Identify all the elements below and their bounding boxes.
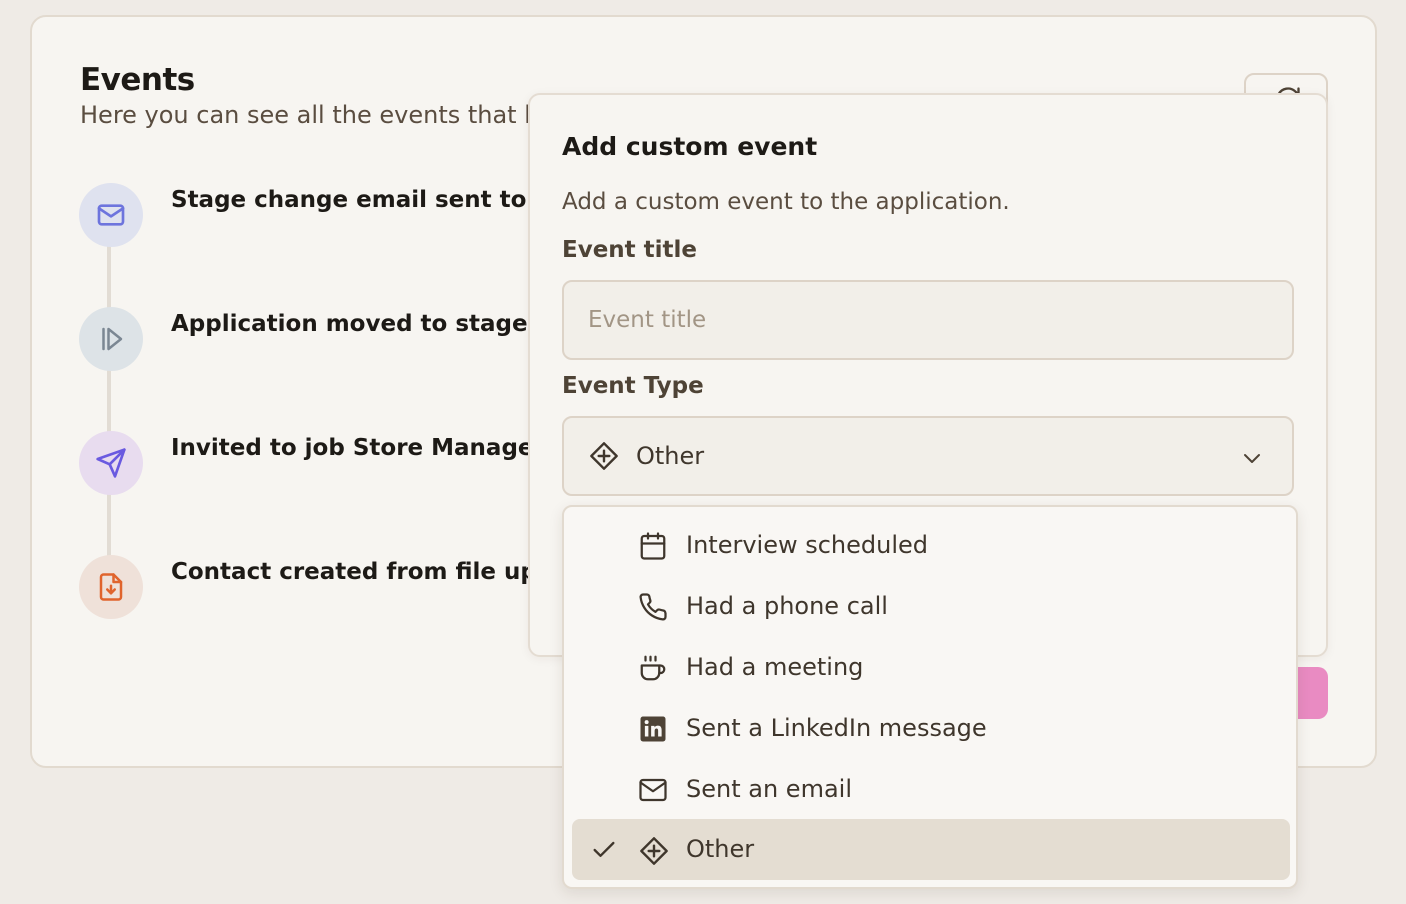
mail-icon [97,204,125,226]
send-icon [96,448,126,478]
dropdown-option-email[interactable]: Sent an email [572,759,1290,820]
dropdown-option-label: Had a phone call [686,592,888,620]
diamond-plus-icon [588,440,620,476]
event-icon-circle [79,307,143,371]
timeline-line [107,240,111,570]
check-icon [590,836,618,868]
coffee-icon [638,653,668,687]
dropdown-option-label: Had a meeting [686,653,864,681]
dropdown-option-label: Other [686,835,755,863]
dropdown-option-label: Sent an email [686,775,852,803]
page-subtitle: Here you can see all the events that h [80,101,530,129]
event-title-input[interactable] [562,280,1294,360]
event-type-select[interactable]: Other [562,416,1294,496]
event-icon-circle [79,555,143,619]
event-label: Application moved to stage C [171,311,531,337]
event-icon-circle [79,431,143,495]
event-type-value: Other [636,442,705,470]
phone-icon [638,592,668,626]
dropdown-option-label: Interview scheduled [686,531,929,559]
event-icon-circle [79,183,143,247]
event-label: Stage change email sent to b [171,187,531,213]
dropdown-option-meeting[interactable]: Had a meeting [572,637,1290,698]
file-download-icon [99,573,123,601]
diamond-plus-icon [638,835,670,871]
calendar-icon [638,531,668,565]
linkedin-icon [638,714,668,748]
dropdown-option-label: Sent a LinkedIn message [686,714,987,742]
dropdown-option-linkedin[interactable]: Sent a LinkedIn message [572,698,1290,759]
chevron-down-icon [1240,446,1264,474]
event-title-label: Event title [562,237,698,263]
event-label: Invited to job Store Manager [171,435,531,461]
event-label: Contact created from file upl [171,559,531,585]
page-title: Events [80,62,195,98]
modal-description: Add a custom event to the application. [562,189,1010,215]
dropdown-option-interview-scheduled[interactable]: Interview scheduled [572,515,1290,576]
dropdown-option-other[interactable]: Other [572,819,1290,880]
dropdown-option-phone-call[interactable]: Had a phone call [572,576,1290,637]
event-type-dropdown: Interview scheduled Had a phone call Had… [562,505,1298,889]
skip-forward-icon [102,327,123,351]
mail-icon [638,775,668,809]
event-type-label: Event Type [562,373,704,399]
modal-title: Add custom event [562,132,818,161]
